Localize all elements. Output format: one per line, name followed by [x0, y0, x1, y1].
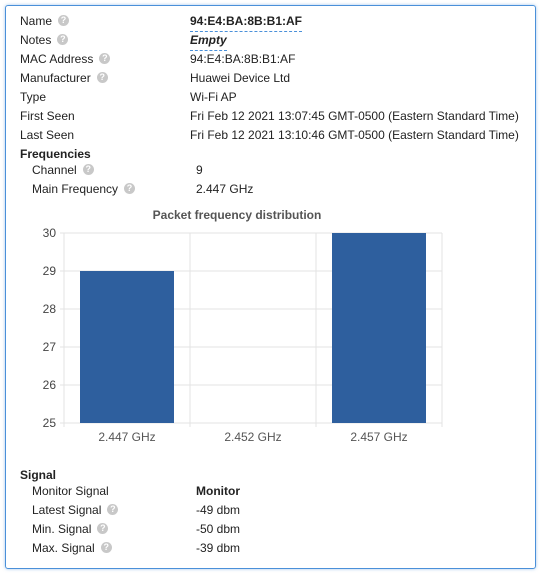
signal-heading: Signal — [20, 468, 57, 482]
bar[interactable] — [80, 271, 174, 423]
monitor-signal-label: Monitor Signal — [32, 484, 109, 498]
min-signal-value: -50 dbm — [196, 522, 241, 536]
mac-label: MAC Address — [20, 52, 94, 66]
y-tick-label: 26 — [43, 378, 57, 392]
max-signal-value: -39 dbm — [196, 541, 241, 555]
last-seen-label: Last Seen — [20, 128, 75, 142]
packet-frequency-chart: Packet frequency distribution 25 26 27 28 29… — [43, 208, 443, 444]
help-icon[interactable]: ? — [124, 183, 136, 195]
y-tick-label: 28 — [43, 302, 57, 316]
y-tick-label: 29 — [43, 264, 57, 278]
monitor-signal-value: Monitor — [196, 484, 240, 498]
notes-label: Notes — [20, 33, 52, 47]
help-icon[interactable]: ? — [99, 53, 111, 65]
latest-signal-value: -49 dbm — [196, 503, 241, 517]
name-value[interactable]: 94:E4:BA:8B:B1:AF — [190, 12, 303, 32]
type-value: Wi-Fi AP — [190, 90, 237, 104]
manufacturer-value: Huawei Device Ltd — [190, 71, 291, 85]
latest-signal-label: Latest Signal — [32, 503, 102, 517]
help-icon[interactable]: ? — [58, 15, 70, 27]
notes-value[interactable]: Empty — [190, 31, 227, 51]
manufacturer-label: Manufacturer — [20, 71, 91, 85]
y-tick-label: 27 — [43, 340, 57, 354]
main-frequency-label: Main Frequency — [32, 182, 119, 196]
help-icon[interactable]: ? — [97, 523, 109, 535]
x-tick-label: 2.457 GHz — [350, 430, 407, 444]
chart-title: Packet frequency distribution — [153, 208, 322, 222]
main-frequency-value: 2.447 GHz — [196, 182, 254, 196]
help-icon[interactable]: ? — [82, 164, 94, 176]
min-signal-label: Min. Signal — [32, 522, 92, 536]
name-label: Name — [20, 14, 53, 28]
channel-label: Channel — [32, 163, 77, 177]
first-seen-value: Fri Feb 12 2021 13:07:45 GMT-0500 (Easte… — [190, 109, 519, 123]
help-icon[interactable]: ? — [96, 72, 108, 84]
mac-value: 94:E4:BA:8B:B1:AF — [190, 52, 296, 66]
type-label: Type — [20, 90, 47, 104]
help-icon[interactable]: ? — [100, 542, 112, 554]
max-signal-label: Max. Signal — [32, 541, 95, 555]
frequencies-heading: Frequencies — [20, 147, 91, 161]
help-icon[interactable]: ? — [107, 504, 119, 516]
last-seen-value: Fri Feb 12 2021 13:10:46 GMT-0500 (Easte… — [190, 128, 519, 142]
x-tick-label: 2.452 GHz — [224, 430, 281, 444]
y-tick-label: 30 — [43, 226, 57, 240]
help-icon[interactable]: ? — [57, 34, 69, 46]
channel-value: 9 — [196, 163, 203, 177]
y-tick-label: 25 — [43, 416, 57, 430]
x-tick-label: 2.447 GHz — [98, 430, 155, 444]
bar[interactable] — [332, 233, 426, 423]
first-seen-label: First Seen — [20, 109, 75, 123]
